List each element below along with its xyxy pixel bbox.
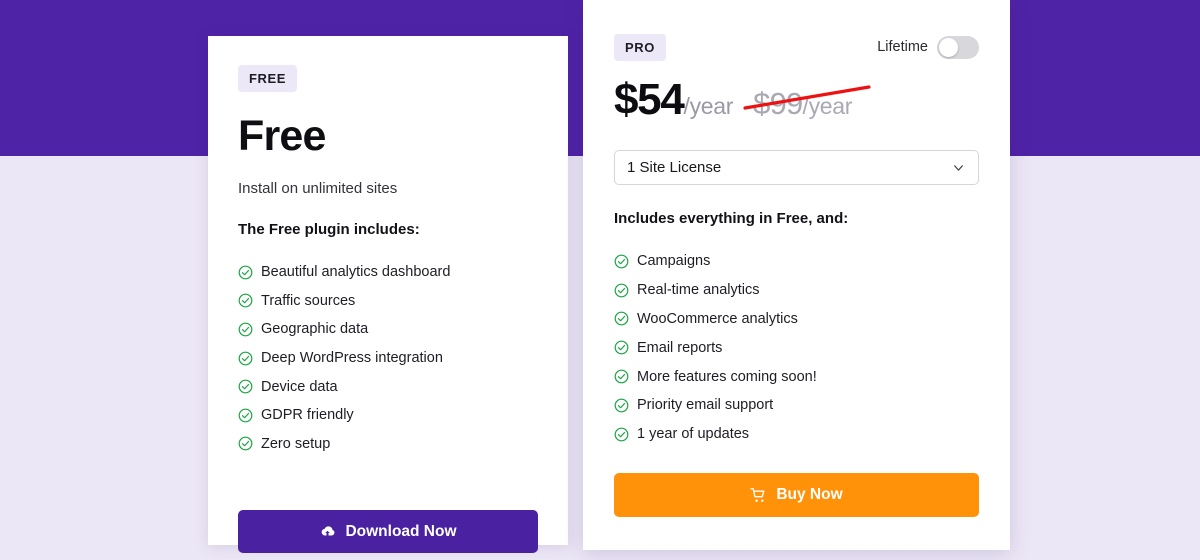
free-plan-badge: FREE xyxy=(238,64,298,92)
pro-original-price-group: $99 /year xyxy=(743,85,871,121)
free-feature-label: Deep WordPress integration xyxy=(261,350,443,367)
free-plan-title: Free xyxy=(238,112,326,160)
check-circle-icon xyxy=(614,340,629,355)
pro-feature-item: Campaigns xyxy=(614,247,979,276)
pro-plan-card-content: PRO Lifetime $54 /year $99 /year 1 Site … xyxy=(583,0,1010,550)
pricing-page: FREE Free Install on unlimited sites The… xyxy=(0,0,1200,560)
check-circle-icon xyxy=(614,312,629,326)
pro-price-row: $54 /year $99 /year xyxy=(614,78,979,130)
pro-original-price-period: /year xyxy=(802,93,853,119)
free-feature-label: Zero setup xyxy=(261,435,331,452)
check-circle-icon xyxy=(238,322,253,337)
check-circle-icon xyxy=(238,408,253,423)
buy-now-label: Buy Now xyxy=(776,486,843,503)
pro-feature-item: Priority email support xyxy=(614,391,979,420)
check-circle-icon xyxy=(238,436,253,451)
free-plan-card: FREE Free Install on unlimited sites The… xyxy=(208,36,568,553)
free-feature-item: Zero setup xyxy=(238,430,538,459)
free-plan-subtitle: Install on unlimited sites xyxy=(238,180,398,197)
check-circle-icon xyxy=(238,351,253,365)
pro-feature-label: WooCommerce analytics xyxy=(637,310,798,327)
pro-original-price-amount: $99 xyxy=(753,86,803,121)
license-select[interactable]: 1 Site License xyxy=(614,150,979,185)
cloud-download-icon xyxy=(322,526,335,536)
pro-feature-label: Email reports xyxy=(637,339,723,356)
lifetime-toggle-knob xyxy=(939,37,958,57)
free-badge-row: FREE xyxy=(238,64,538,92)
lifetime-toggle-switch[interactable] xyxy=(937,35,979,59)
pro-feature-label: More features coming soon! xyxy=(637,368,817,385)
check-circle-icon xyxy=(238,379,253,394)
check-circle-icon xyxy=(614,398,629,413)
free-plan-card-content: FREE Free Install on unlimited sites The… xyxy=(208,36,568,545)
pro-feature-item: Email reports xyxy=(614,333,979,362)
free-feature-item: Geographic data xyxy=(238,315,538,344)
pro-badge-row: PRO Lifetime xyxy=(614,33,979,61)
pro-feature-label: Priority email support xyxy=(637,397,774,414)
free-feature-label: Traffic sources xyxy=(261,292,356,309)
free-feature-label: GDPR friendly xyxy=(261,407,354,424)
pro-feature-item: More features coming soon! xyxy=(614,362,979,391)
shopping-cart-icon xyxy=(750,487,765,502)
pro-feature-list: Campaigns Real-time analytics WooCommerce … xyxy=(614,247,979,449)
pro-feature-label: Campaigns xyxy=(637,253,711,270)
free-feature-item: Traffic sources xyxy=(238,287,538,316)
free-feature-item: Beautiful analytics dashboard xyxy=(238,258,538,287)
pro-feature-item: 1 year of updates xyxy=(614,420,979,449)
check-circle-icon xyxy=(614,427,629,442)
check-circle-icon xyxy=(238,265,253,280)
pro-feature-item: Real-time analytics xyxy=(614,276,979,305)
pro-price-period: /year xyxy=(683,93,734,119)
free-feature-item: Device data xyxy=(238,372,538,401)
pro-plan-card: PRO Lifetime $54 /year $99 /year 1 Site … xyxy=(583,0,1010,550)
free-feature-list: Beautiful analytics dashboard Traffic sou… xyxy=(238,258,538,458)
chevron-down-icon xyxy=(954,164,963,171)
free-feature-label: Geographic data xyxy=(261,321,369,338)
buy-now-button[interactable]: Buy Now xyxy=(614,473,979,517)
free-includes-heading: The Free plugin includes: xyxy=(238,221,420,238)
free-feature-label: Beautiful analytics dashboard xyxy=(261,264,451,281)
lifetime-toggle-label: Lifetime xyxy=(877,39,928,55)
license-select-value: 1 Site License xyxy=(627,159,722,176)
free-feature-label: Device data xyxy=(261,378,338,395)
download-now-button[interactable]: Download Now xyxy=(238,510,538,553)
check-circle-icon xyxy=(614,369,629,384)
check-circle-icon xyxy=(614,254,629,269)
lifetime-toggle-group[interactable]: Lifetime xyxy=(877,35,979,59)
pro-price-amount: $54 xyxy=(614,75,685,124)
pro-feature-label: 1 year of updates xyxy=(637,426,750,443)
download-now-label: Download Now xyxy=(345,522,457,540)
free-feature-item: Deep WordPress integration xyxy=(238,344,538,373)
check-circle-icon xyxy=(614,283,629,298)
pro-feature-item: WooCommerce analytics xyxy=(614,305,979,334)
check-circle-icon xyxy=(238,293,253,308)
free-feature-item: GDPR friendly xyxy=(238,401,538,430)
pro-includes-heading: Includes everything in Free, and: xyxy=(614,210,849,227)
pro-feature-label: Real-time analytics xyxy=(637,282,760,299)
pro-plan-badge: PRO xyxy=(614,33,666,61)
